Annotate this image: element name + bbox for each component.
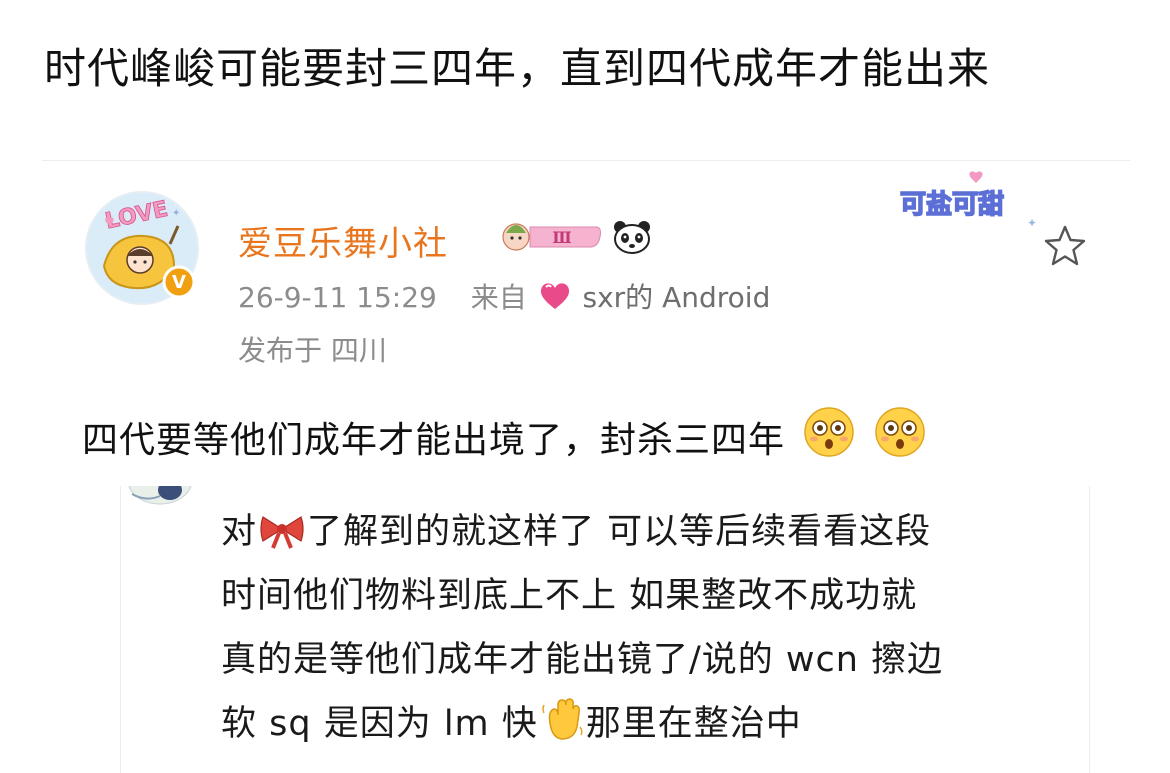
quoted-line-1a: 对	[221, 512, 258, 552]
flushed-face-emoji	[804, 407, 855, 457]
level-badge-icon: Ⅲ	[502, 223, 601, 251]
post-body: 四代要等他们成年才能出境了，封杀三四年	[82, 406, 926, 463]
svg-text:V: V	[172, 272, 186, 293]
quoted-line-2: 时间他们物料到底上不上 如果整改不成功就	[221, 576, 918, 616]
username[interactable]: 爱豆乐舞小社	[238, 216, 448, 265]
quoted-text: 对 了解到的就这样了 可以等后续看看这段 时间他们物料到底上不上 如果整改不成功…	[221, 500, 943, 756]
quoted-line-4b: 那里在整治中	[585, 704, 802, 744]
sweet-salty-sticker: 可盐可甜 ✦	[899, 171, 1037, 230]
quoted-screenshot: 对 了解到的就这样了 可以等后续看看这段 时间他们物料到底上不上 如果整改不成功…	[120, 486, 1090, 773]
svg-text:♥: ♥	[104, 215, 115, 229]
favorite-star-icon[interactable]	[1042, 223, 1088, 269]
source-prefix: 来自	[470, 281, 527, 314]
post-meta: 26-9-11 15:29 来自 sxr的 Android	[238, 276, 770, 316]
quoted-line-4a: 软 sq 是因为 lm 快	[221, 704, 538, 744]
waving-hand-icon	[542, 698, 583, 740]
quoted-avatar-icon	[128, 486, 192, 505]
sticker-text: 可盐可甜	[900, 190, 1004, 220]
weibo-post-card: V LOVE ♥ ✦ 爱豆乐舞小社 Ⅲ 26-9-11 15:29 来自 sxr…	[42, 160, 1130, 773]
level-badge-label: Ⅲ	[552, 228, 571, 247]
post-headline: 时代峰峻可能要封三四年，直到四代成年才能出来	[44, 44, 991, 93]
flushed-face-emoji	[875, 407, 925, 457]
panda-icon	[614, 221, 650, 254]
quoted-line-1b: 了解到的就这样了 可以等后续看看这段	[307, 512, 932, 552]
svg-text:✦: ✦	[1027, 216, 1037, 230]
pink-heart-icon	[540, 283, 569, 309]
quoted-line-3: 真的是等他们成年才能出镜了/说的 wcn 擦边	[221, 640, 944, 680]
red-bow-icon	[260, 516, 304, 549]
post-location: 发布于 四川	[238, 334, 387, 367]
user-avatar[interactable]: V LOVE ♥ ✦	[82, 186, 202, 306]
post-text: 四代要等他们成年才能出境了，封杀三四年	[82, 420, 786, 461]
quoted-line-4: 软 sq 是因为 lm 快 那里在整治中	[221, 692, 943, 756]
svg-text:✦: ✦	[172, 208, 180, 219]
post-timestamp: 26-9-11 15:29	[238, 281, 437, 314]
source-device[interactable]: sxr的 Android	[583, 281, 771, 314]
quoted-line-1: 对 了解到的就这样了 可以等后续看看这段	[221, 500, 943, 564]
